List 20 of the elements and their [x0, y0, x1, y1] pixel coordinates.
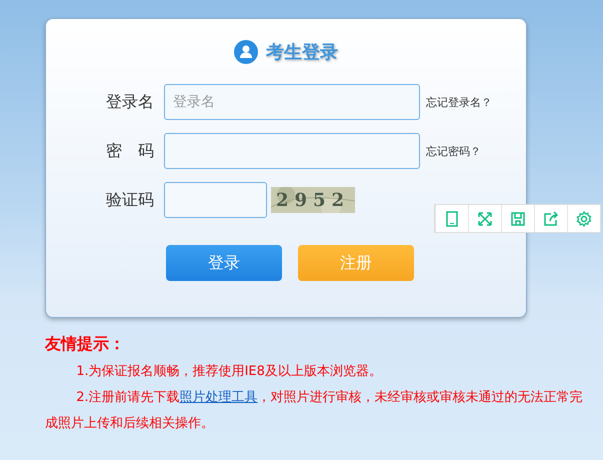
forgot-link[interactable]: 忘记登录名？: [420, 94, 526, 110]
field-label: 登录名: [105, 92, 155, 112]
user-icon: [234, 40, 258, 64]
password-field[interactable]: [164, 133, 420, 169]
share-icon[interactable]: [542, 210, 560, 228]
login-title: 考生登录: [266, 41, 338, 64]
tip-text: 2.注册前请先下载照片处理工具，对照片进行审核，未经审核或审核未通过的无法正常完成照片上传和后续相关操作。: [45, 389, 584, 433]
save-icon[interactable]: [509, 210, 527, 228]
download-link[interactable]: 照片处理工具: [180, 390, 258, 405]
settings-icon[interactable]: [575, 210, 593, 228]
field-label: 验证码: [105, 190, 155, 210]
username-field[interactable]: 登录名: [164, 84, 420, 120]
captcha-image[interactable]: 2952: [271, 187, 355, 213]
tips-title: 友情提示：: [45, 334, 126, 355]
fullscreen-icon[interactable]: [476, 210, 494, 228]
forgot-link[interactable]: 忘记密码？: [420, 144, 526, 158]
captcha-field[interactable]: [164, 182, 267, 218]
login-button[interactable]: 登录: [166, 245, 282, 281]
tip-text: 1.为保证报名顺畅，推荐使用IE8及以上版本浏览器。: [75, 363, 383, 381]
field-label: 密 码: [105, 140, 155, 162]
